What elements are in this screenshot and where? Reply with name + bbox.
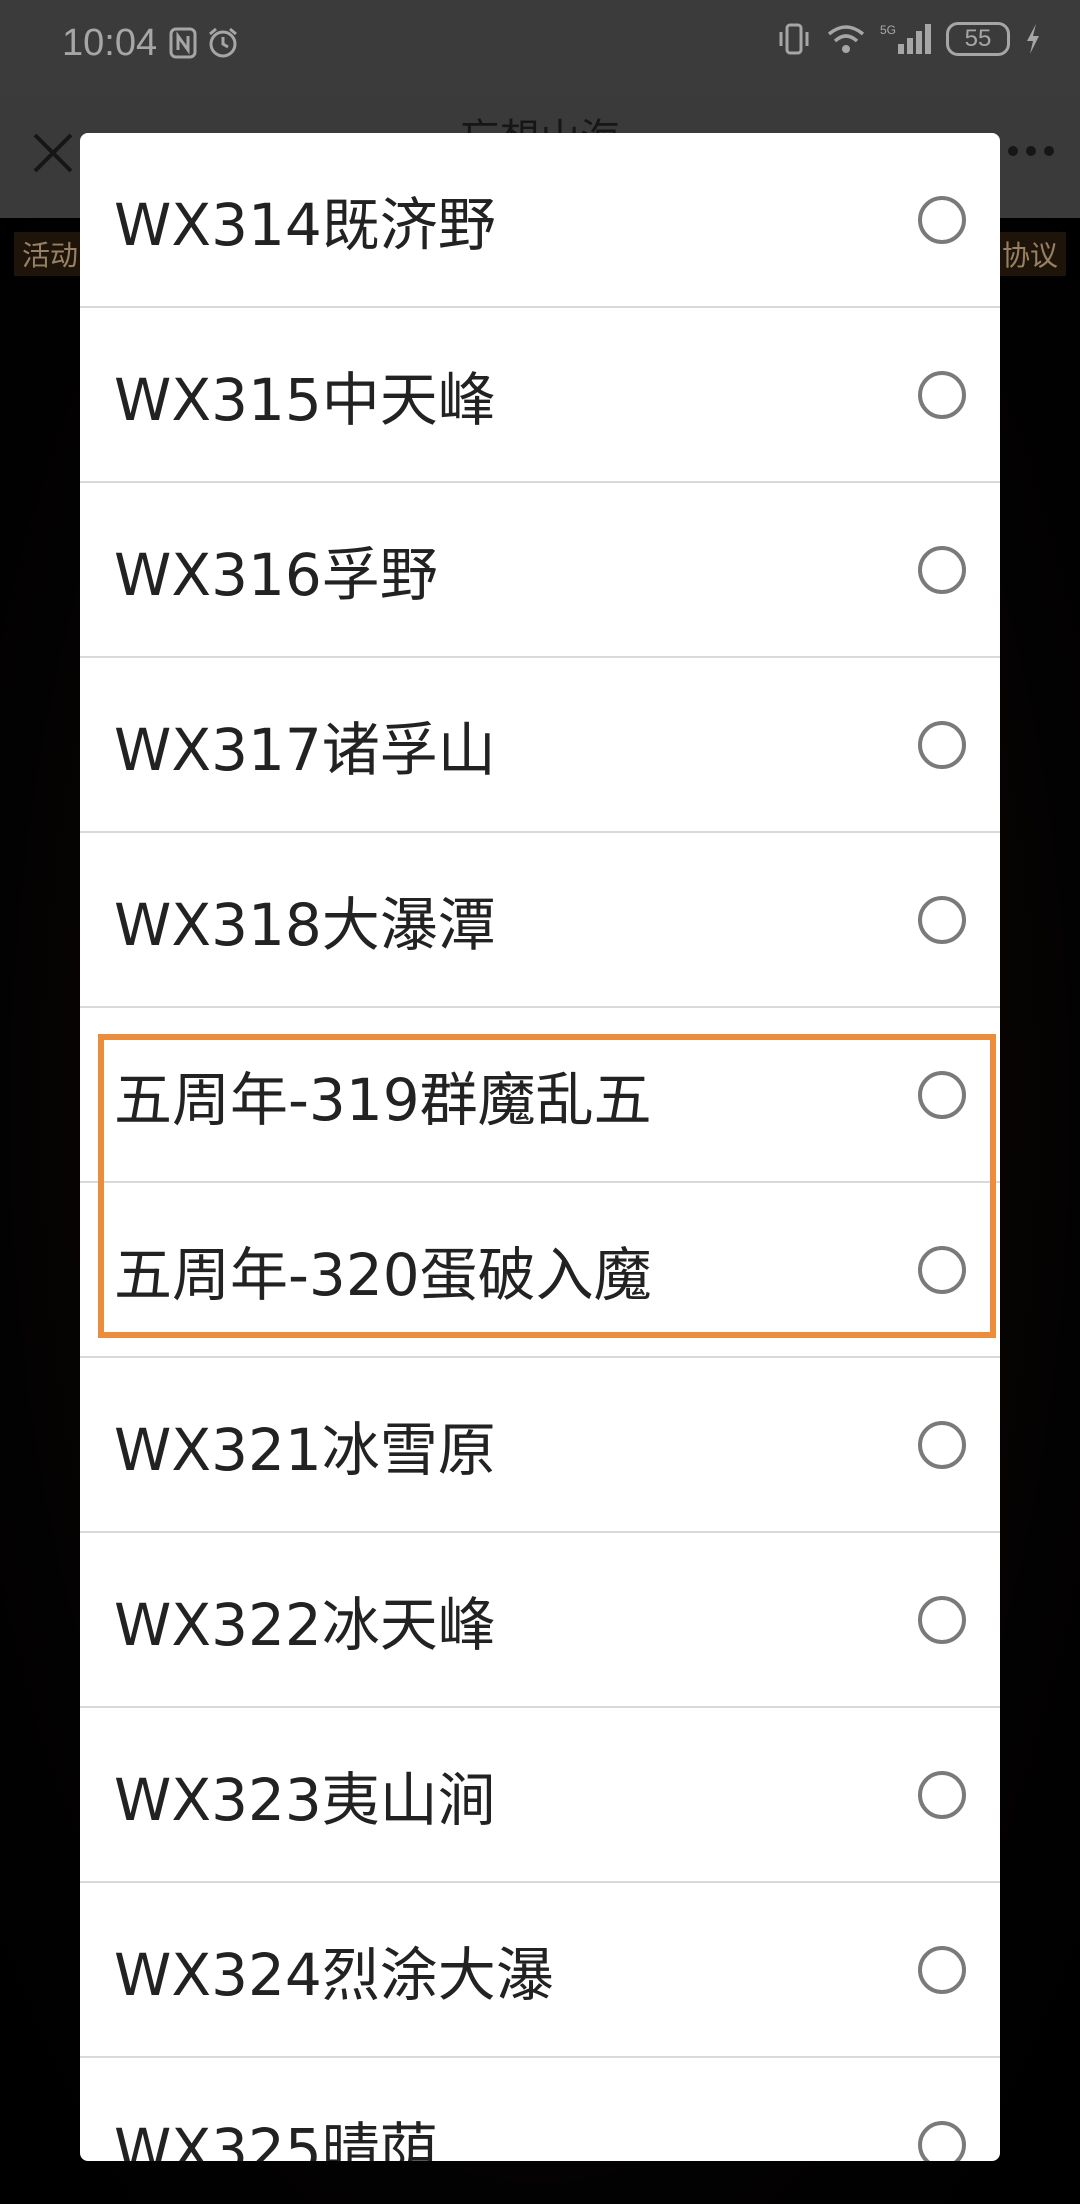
list-item[interactable]: 五周年-320蛋破入魔	[80, 1183, 1000, 1358]
list-item[interactable]: WX314既济野	[80, 133, 1000, 308]
radio-button[interactable]	[918, 2120, 966, 2161]
radio-button[interactable]	[918, 1595, 966, 1644]
server-select-dialog: WX314既济野 WX315中天峰 WX316孚野 WX317诸孚山 WX318大瀑潭五…	[80, 133, 1000, 2161]
server-label: WX317诸孚山	[114, 715, 496, 784]
server-label: WX325晴荫	[114, 2115, 438, 2162]
server-label: WX314既济野	[114, 190, 496, 259]
radio-button[interactable]	[918, 1770, 966, 1819]
list-item[interactable]: WX324烈涂大瀑	[80, 1883, 1000, 2058]
server-label: WX321冰雪原	[114, 1415, 496, 1484]
server-label: WX323夷山涧	[114, 1765, 496, 1834]
radio-button[interactable]	[918, 545, 966, 594]
server-label: 五周年-320蛋破入魔	[114, 1240, 652, 1309]
server-label: WX316孚野	[114, 540, 438, 609]
radio-button[interactable]	[918, 1245, 966, 1294]
server-label: WX315中天峰	[114, 365, 496, 434]
list-item[interactable]: WX323夷山涧	[80, 1708, 1000, 1883]
server-label: 五周年-319群魔乱五	[114, 1065, 652, 1134]
radio-button[interactable]	[918, 1420, 966, 1469]
list-item[interactable]: WX322冰天峰	[80, 1533, 1000, 1708]
radio-button[interactable]	[918, 895, 966, 944]
list-item[interactable]: WX321冰雪原	[80, 1358, 1000, 1533]
radio-button[interactable]	[918, 195, 966, 244]
list-item[interactable]: WX315中天峰	[80, 308, 1000, 483]
server-label: WX324烈涂大瀑	[114, 1940, 554, 2009]
server-list: WX314既济野 WX315中天峰 WX316孚野 WX317诸孚山 WX318大瀑潭五…	[80, 133, 1000, 2161]
list-item[interactable]: WX317诸孚山	[80, 658, 1000, 833]
list-item[interactable]: WX318大瀑潭	[80, 833, 1000, 1008]
list-item[interactable]: WX325晴荫	[80, 2058, 1000, 2161]
radio-button[interactable]	[918, 370, 966, 419]
radio-button[interactable]	[918, 720, 966, 769]
radio-button[interactable]	[918, 1070, 966, 1119]
server-label: WX318大瀑潭	[114, 890, 496, 959]
radio-button[interactable]	[918, 1945, 966, 1994]
server-label: WX322冰天峰	[114, 1590, 496, 1659]
list-item[interactable]: WX316孚野	[80, 483, 1000, 658]
list-item[interactable]: 五周年-319群魔乱五	[80, 1008, 1000, 1183]
